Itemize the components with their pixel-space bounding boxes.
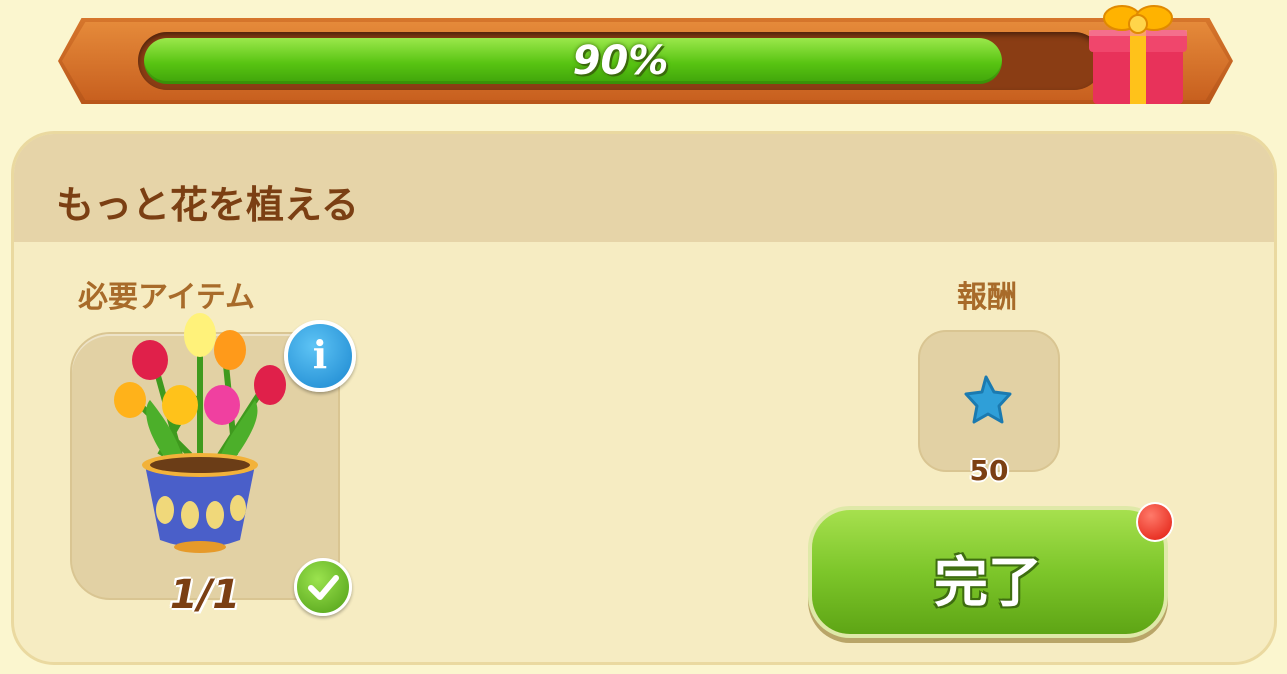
quest-title: もっと花を植える — [56, 183, 359, 227]
notification-dot — [1136, 502, 1174, 542]
reward-label: 報酬 — [957, 280, 1017, 315]
checkmark-icon — [294, 558, 352, 616]
complete-button-label: 完了 — [934, 551, 1042, 614]
blue-star-icon — [964, 375, 1012, 424]
reward-slot — [920, 332, 1058, 470]
info-icon[interactable]: i — [284, 320, 356, 392]
complete-button[interactable]: 完了 — [812, 510, 1164, 634]
reward-amount: 50 — [969, 454, 1009, 487]
progress-bar: 90% — [138, 32, 1103, 90]
tulip-pot-icon — [114, 313, 286, 553]
item-count: 1/1 — [169, 572, 241, 618]
gift-box-icon[interactable] — [1085, 0, 1190, 108]
progress-label: 90% — [572, 38, 669, 84]
